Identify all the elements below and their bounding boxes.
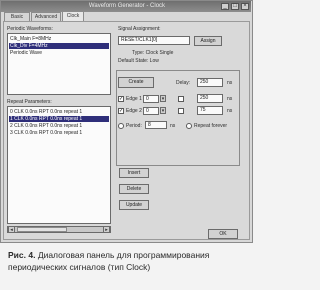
edge1-unit: ns xyxy=(227,96,233,102)
info-line: Type: Clock Single xyxy=(132,50,174,56)
update-button[interactable]: Update xyxy=(119,200,149,210)
insert-button[interactable]: Insert xyxy=(119,168,149,178)
edge2-checkbox[interactable]: ✓ xyxy=(118,108,124,114)
list-item[interactable]: Clk_Main F=8MHz xyxy=(10,36,108,42)
figure-caption: Рис. 4. Диалоговая панель для программир… xyxy=(8,249,248,273)
period-unit: ns xyxy=(170,123,176,129)
delete-button[interactable]: Delete xyxy=(119,184,149,194)
maximize-icon[interactable]: □ xyxy=(231,3,239,10)
assign-button[interactable]: Assign xyxy=(194,36,222,46)
repeat-forever-label: Repeat forever xyxy=(194,123,228,129)
create-button[interactable]: Create xyxy=(118,77,154,88)
edge2-option-checkbox[interactable] xyxy=(178,108,184,114)
edge1-label: Edge 1 xyxy=(126,96,142,102)
tab-clock[interactable]: Clock xyxy=(62,11,84,21)
scroll-right-icon[interactable]: ▸ xyxy=(103,226,110,233)
repeat-list[interactable]: 0 CLK 0.0ns RPT 0.0ns repeat 1 1 CLK 0.0… xyxy=(7,106,111,224)
period-label: Period: xyxy=(126,123,142,129)
horizontal-scrollbar[interactable]: ◂ ▸ xyxy=(7,226,111,233)
repeat-forever-radio[interactable] xyxy=(186,123,192,129)
edge1-value[interactable]: 0 xyxy=(143,95,159,103)
list-item[interactable]: Clk_Div F=4MHz xyxy=(9,43,109,49)
period-field[interactable]: 8 xyxy=(145,121,167,129)
close-icon[interactable]: × xyxy=(241,3,249,10)
scrollbar-thumb[interactable] xyxy=(17,227,67,232)
ok-button[interactable]: OK xyxy=(208,229,238,239)
chevron-down-icon[interactable]: ▾ xyxy=(160,107,166,114)
list-item[interactable]: 2 CLK 0.0ns RPT 0.0ns repeat 1 xyxy=(10,123,108,129)
edge2-field[interactable]: 75 xyxy=(197,106,223,115)
assignment-field[interactable]: RESET/CLK1[0] xyxy=(118,36,190,45)
periodic-list[interactable]: Clk_Main F=8MHz Clk_Div F=4MHz Periodic … xyxy=(7,33,111,95)
edge2-value[interactable]: 0 xyxy=(143,107,159,115)
tab-advanced[interactable]: Advanced xyxy=(31,12,61,21)
edge1-field[interactable]: 250 xyxy=(197,94,223,103)
list-item[interactable]: 3 CLK 0.0ns RPT 0.0ns repeat 1 xyxy=(10,130,108,136)
list-item[interactable]: 0 CLK 0.0ns RPT 0.0ns repeat 1 xyxy=(10,109,108,115)
list-item[interactable]: Periodic Wave xyxy=(10,50,108,56)
caption-text: Диалоговая панель для программирования п… xyxy=(8,250,210,272)
minimize-icon[interactable]: _ xyxy=(221,3,229,10)
chevron-down-icon[interactable]: ▾ xyxy=(160,95,166,102)
assignment-label: Signal Assignment: xyxy=(118,26,161,32)
repeat-list-label: Repeat Parameters: xyxy=(7,99,52,105)
caption-prefix: Рис. 4. xyxy=(8,250,36,260)
delay-unit: ns xyxy=(227,80,233,86)
scroll-left-icon[interactable]: ◂ xyxy=(8,226,15,233)
title-bar[interactable]: Waveform Generator - Clock _ □ × xyxy=(1,1,251,12)
period-radio[interactable] xyxy=(118,123,124,129)
edge1-checkbox[interactable]: ✓ xyxy=(118,96,124,102)
info-line: Default State: Low xyxy=(118,58,159,64)
delay-field[interactable]: 250 xyxy=(197,78,223,87)
edge2-unit: ns xyxy=(227,108,233,114)
list-item[interactable]: 1 CLK 0.0ns RPT 0.0ns repeat 1 xyxy=(9,116,109,122)
periodic-list-label: Periodic Waveforms: xyxy=(7,26,53,32)
edge2-label: Edge 2 xyxy=(126,108,142,114)
edge1-option-checkbox[interactable] xyxy=(178,96,184,102)
delay-label: Delay: xyxy=(176,80,191,86)
tab-basic[interactable]: Basic xyxy=(4,12,30,21)
